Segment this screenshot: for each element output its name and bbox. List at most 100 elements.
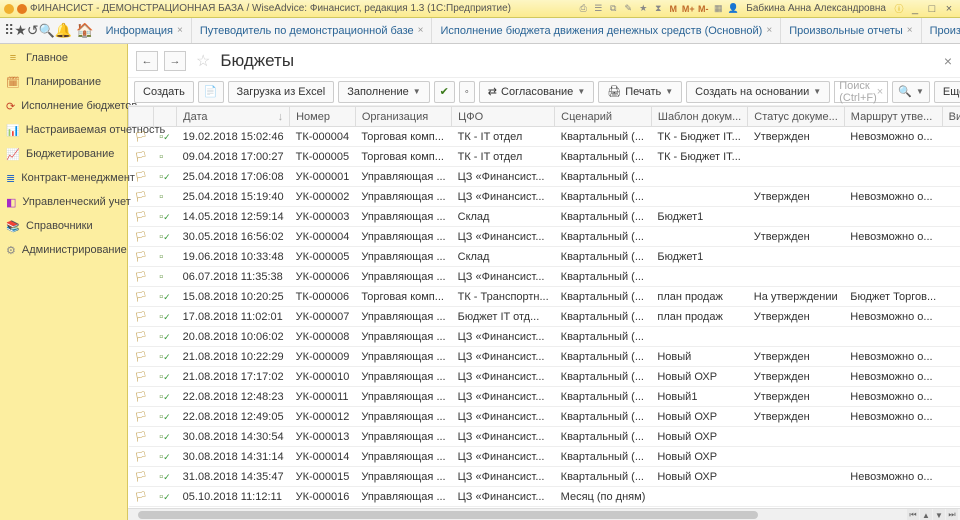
find-button[interactable]: 🔍▼	[892, 81, 930, 103]
table-row[interactable]: 🏳▫✓31.08.2018 14:35:47УК-000015Управляющ…	[129, 467, 960, 487]
unpost-button[interactable]: ◦	[459, 81, 475, 103]
col-header[interactable]: Виды	[942, 107, 960, 127]
sidebar-item[interactable]: 📈Бюджетирование	[0, 142, 127, 166]
search-icon[interactable]: 🔍	[39, 20, 55, 42]
sidebar-item[interactable]: 📊Настраиваемая отчетность	[0, 118, 127, 142]
table-row[interactable]: 🏳▫✓25.04.2018 17:06:08УК-000001Управляющ…	[129, 167, 960, 187]
table-row[interactable]: 🏳▫✓30.05.2018 16:56:02УК-000004Управляющ…	[129, 227, 960, 247]
approval-button[interactable]: ⇄ Согласование▼	[479, 81, 594, 103]
sidebar-item[interactable]: ⟳Исполнение бюджетов	[0, 94, 127, 118]
favorite-icon[interactable]: ☆	[196, 51, 210, 71]
flag-icon: 🏳	[135, 252, 148, 263]
post-button[interactable]: ✔	[434, 81, 455, 103]
table-row[interactable]: 🏳▫25.04.2018 15:19:40УК-000002Управляюща…	[129, 187, 960, 207]
create-from-button[interactable]: Создать на основании▼	[686, 81, 830, 103]
ti-6[interactable]: ⧗	[652, 3, 664, 15]
apps-icon[interactable]: ⠿	[4, 20, 14, 42]
star-icon[interactable]: ★	[14, 20, 27, 42]
flag-icon: 🏳	[135, 292, 148, 303]
table-row[interactable]: 🏳▫✓05.10.2018 11:12:11УК-000016Управляющ…	[129, 487, 960, 507]
doc-icon: ▫✓	[159, 471, 170, 483]
doc-icon: ▫	[159, 271, 163, 283]
grid-table: Дата ↓НомерОрганизацияЦФОСценарийШаблон …	[128, 106, 960, 508]
tab-Информация[interactable]: Информация×	[98, 18, 192, 43]
print-button[interactable]: 🖨 Печать▼	[598, 81, 682, 103]
grid[interactable]: Дата ↓НомерОрганизацияЦФОСценарийШаблон …	[128, 106, 960, 508]
history-icon[interactable]: ↺	[27, 20, 39, 42]
bell-icon[interactable]: 🔔	[55, 20, 72, 42]
tab-close-icon[interactable]: ×	[418, 25, 424, 36]
ti-m3[interactable]: M-	[697, 3, 709, 15]
col-header[interactable]: Сценарий	[555, 107, 652, 127]
nav-back[interactable]: ←	[136, 51, 158, 71]
copy-button[interactable]: 📄	[198, 81, 224, 103]
table-row[interactable]: 🏳▫✓22.08.2018 12:48:23УК-000011Управляющ…	[129, 387, 960, 407]
sidebar-item[interactable]: ⚙Администрирование	[0, 238, 127, 262]
win-max[interactable]: □	[925, 3, 939, 15]
win-min[interactable]: _	[908, 3, 922, 15]
scroll-thumb[interactable]	[138, 511, 758, 519]
col-header[interactable]: ЦФО	[452, 107, 555, 127]
win-close[interactable]: ×	[942, 3, 956, 15]
col-header[interactable]: Номер	[290, 107, 356, 127]
search-input[interactable]: Поиск (Ctrl+F)×	[834, 81, 888, 103]
table-row[interactable]: 🏳▫✓30.08.2018 14:31:14УК-000014Управляющ…	[129, 447, 960, 467]
main-toolbar: ⠿ ★ ↺ 🔍 🔔 🏠 Информация×Путеводитель по д…	[0, 18, 960, 44]
table-row[interactable]: 🏳▫✓15.08.2018 10:20:25ТК-000006Торговая …	[129, 287, 960, 307]
table-row[interactable]: 🏳▫19.06.2018 10:33:48УК-000005Управляюща…	[129, 247, 960, 267]
tab-Произвольные[interactable]: Произвольные отчеты×	[781, 18, 921, 43]
ti-3[interactable]: ⧉	[607, 3, 619, 15]
table-row[interactable]: 🏳▫✓17.08.2018 11:02:01УК-000007Управляющ…	[129, 307, 960, 327]
flag-icon: 🏳	[135, 212, 148, 223]
tab-Произвольный[interactable]: Произвольный отчет×	[922, 18, 960, 43]
table-row[interactable]: 🏳▫09.04.2018 17:00:27ТК-000005Торговая к…	[129, 147, 960, 167]
tab-close-icon[interactable]: ×	[177, 25, 183, 36]
more-button[interactable]: Еще▼	[934, 81, 960, 103]
table-row[interactable]: 🏳▫06.07.2018 11:35:38УК-000006Управляюща…	[129, 267, 960, 287]
table-row[interactable]: 🏳▫✓21.08.2018 17:17:02УК-000010Управляющ…	[129, 367, 960, 387]
col-header[interactable]: Шаблон докум...	[651, 107, 747, 127]
table-row[interactable]: 🏳▫✓30.08.2018 14:30:54УК-000013Управляющ…	[129, 427, 960, 447]
table-row[interactable]: 🏳▫✓21.08.2018 10:22:29УК-000009Управляющ…	[129, 347, 960, 367]
ti-m1[interactable]: M	[667, 3, 679, 15]
col-header[interactable]: Маршрут утве...	[844, 107, 942, 127]
col-flag[interactable]	[129, 107, 154, 127]
info-icon[interactable]: ⓘ	[893, 3, 905, 15]
tab-Исполнение б[interactable]: Исполнение бюджета движения денежных сре…	[432, 18, 781, 43]
ti-2[interactable]: ☰	[592, 3, 604, 15]
ti-4[interactable]: ✎	[622, 3, 634, 15]
table-row[interactable]: 🏳▫✓22.08.2018 12:49:05УК-000012Управляющ…	[129, 407, 960, 427]
scroll-last[interactable]: ⏭	[946, 509, 958, 520]
tab-Путеводитель[interactable]: Путеводитель по демонстрационной базе×	[192, 18, 433, 43]
ti-m2[interactable]: M+	[682, 3, 694, 15]
user-name[interactable]: Бабкина Анна Александровна	[746, 3, 886, 14]
tab-close-icon[interactable]: ×	[766, 25, 772, 36]
sidebar-item[interactable]: 🗓Планирование	[0, 70, 127, 94]
sidebar-item[interactable]: ≣Контракт-менеджмент	[0, 166, 127, 190]
fill-button[interactable]: Заполнение▼	[338, 81, 429, 103]
col-header[interactable]: Дата ↓	[177, 107, 290, 127]
table-row[interactable]: 🏳▫✓19.02.2018 15:02:46ТК-000004Торговая …	[129, 127, 960, 147]
scroll-first[interactable]: ⏮	[907, 509, 919, 520]
table-row[interactable]: 🏳▫✓14.05.2018 12:59:14УК-000003Управляющ…	[129, 207, 960, 227]
scroll-prev[interactable]: ▲	[920, 509, 932, 520]
home-icon[interactable]: 🏠	[76, 20, 93, 42]
col-post[interactable]	[153, 107, 176, 127]
ti-5[interactable]: ★	[637, 3, 649, 15]
create-button[interactable]: Создать	[134, 81, 194, 103]
ti-calc[interactable]: ▦	[712, 3, 724, 15]
col-header[interactable]: Организация	[355, 107, 451, 127]
ti-1[interactable]: ⎙	[577, 3, 589, 15]
scroll-next[interactable]: ▼	[933, 509, 945, 520]
sidebar-item[interactable]: ≡Главное	[0, 46, 127, 70]
tab-close-icon[interactable]: ×	[907, 25, 913, 36]
sidebar-item[interactable]: 📚Справочники	[0, 214, 127, 238]
table-row[interactable]: 🏳▫✓20.08.2018 10:06:02УК-000008Управляющ…	[129, 327, 960, 347]
page-close-icon[interactable]: ×	[944, 53, 952, 69]
col-header[interactable]: Статус докуме...	[748, 107, 845, 127]
horizontal-scrollbar[interactable]: ⏮ ▲ ▼ ⏭	[128, 508, 960, 520]
nav-fwd[interactable]: →	[164, 51, 186, 71]
sidebar: ≡Главное🗓Планирование⟳Исполнение бюджето…	[0, 44, 128, 520]
sidebar-item[interactable]: ◧Управленческий учет	[0, 190, 127, 214]
load-excel-button[interactable]: Загрузка из Excel	[228, 81, 335, 103]
